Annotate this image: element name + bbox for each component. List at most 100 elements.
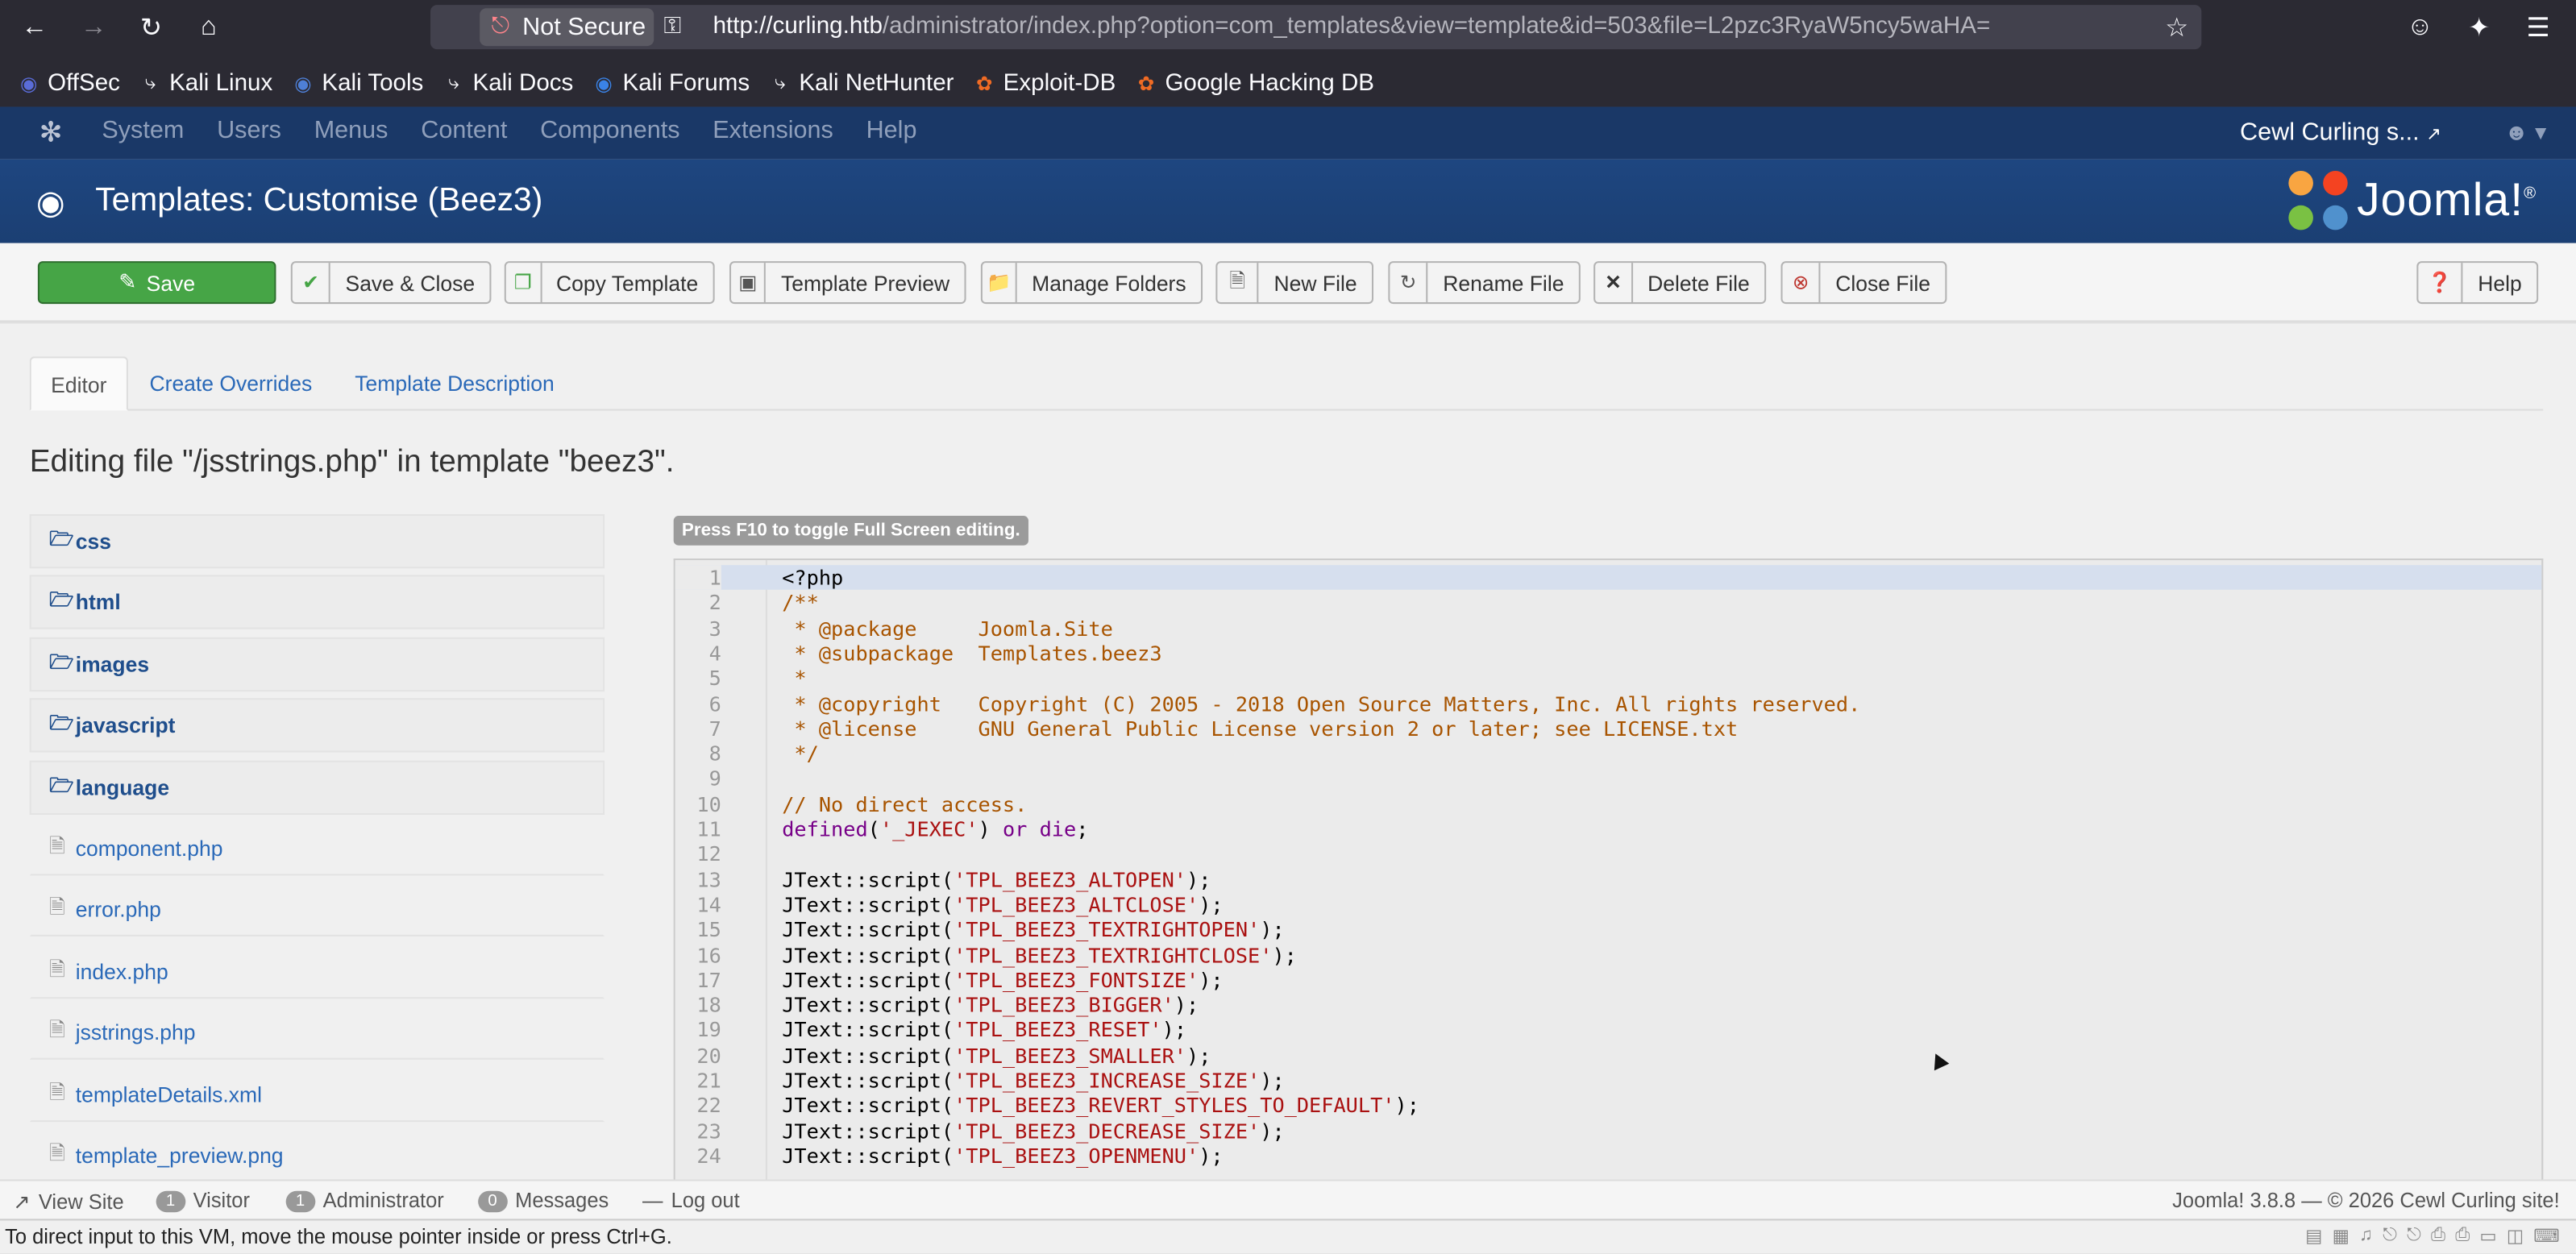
manage-folders-button[interactable]: 📁 Manage Folders <box>980 261 1203 305</box>
code-line[interactable]: 22 JText::script('TPL_BEEZ3_REVERT_STYLES… <box>675 1093 2542 1118</box>
code-line[interactable]: 1 <?php <box>675 565 2542 591</box>
code-line[interactable]: 16 JText::script('TPL_BEEZ3_TEXTRIGHTCLOS… <box>675 942 2542 967</box>
close-file-button[interactable]: ⊗ Close File <box>1780 261 1947 305</box>
save-button[interactable]: ✎ Save <box>37 261 276 305</box>
reload-icon[interactable]: ↻ <box>133 10 169 46</box>
bookmark-offsec[interactable]: ◉ OffSec <box>16 70 120 97</box>
display-icon[interactable]: ▭ <box>2479 1226 2496 1247</box>
code-line[interactable]: 23 JText::script('TPL_BEEZ3_DECREASE_SIZE… <box>675 1118 2542 1143</box>
code-line[interactable]: 13 JText::script('TPL_BEEZ3_ALTOPEN'); <box>675 866 2542 891</box>
code-line[interactable]: 24 JText::script('TPL_BEEZ3_OPENMENU'); <box>675 1143 2542 1169</box>
folder-item[interactable]: 🗁 javascript <box>29 698 605 753</box>
admin-menu-extensions[interactable]: Extensions <box>713 117 833 145</box>
url-bar[interactable]: ⎋ Not Secure ⚿ http://curling.htb/admini… <box>430 5 2202 50</box>
code-line[interactable]: 14 JText::script('TPL_BEEZ3_ALTCLOSE'); <box>675 892 2542 917</box>
admin-menu-menus[interactable]: Menus <box>314 117 388 145</box>
code-line[interactable]: 9 <box>675 766 2542 791</box>
code-line[interactable]: 20 JText::script('TPL_BEEZ3_SMALLER'); <box>675 1043 2542 1068</box>
admin-menu-system[interactable]: System <box>102 117 184 145</box>
logout-label: Log out <box>671 1189 740 1213</box>
bookmark-google-hacking-db[interactable]: ✿ Google Hacking DB <box>1134 70 1374 97</box>
site-link[interactable]: Cewl Curling s... ↗ <box>2240 118 2441 147</box>
file-item[interactable]: 🗎 templateDetails.xml <box>29 1066 605 1122</box>
logout-link[interactable]: — Log out <box>642 1190 740 1213</box>
code-line[interactable]: 15 JText::script('TPL_BEEZ3_TEXTRIGHTOPEN… <box>675 917 2542 942</box>
help-button[interactable]: ❓ Help <box>2416 261 2539 305</box>
file-item[interactable]: 🗎 component.php <box>29 821 605 876</box>
joomla-small-logo-icon[interactable]: ✻ <box>35 117 68 150</box>
new-file-button[interactable]: 🗎 New File <box>1215 261 1374 305</box>
usb-icon[interactable]: ⎋ <box>2383 1226 2397 1247</box>
code-line[interactable]: 6 * @copyright Copyright (C) 2005 - 2018… <box>675 691 2542 716</box>
account-icon[interactable]: ☺ <box>2402 10 2438 46</box>
save-close-button[interactable]: ✔ Save & Close <box>290 261 492 305</box>
code-line[interactable]: 10 // No direct access. <box>675 791 2542 816</box>
bookmark-exploit-db[interactable]: ✿ Exploit-DB <box>972 70 1116 97</box>
bookmark-label: OffSec <box>48 69 120 97</box>
user-menu[interactable]: ☻ ▾ <box>2504 118 2546 147</box>
keyboard-icon[interactable]: ⌨ <box>2533 1226 2559 1247</box>
code-line[interactable]: 18 JText::script('TPL_BEEZ3_BIGGER'); <box>675 992 2542 1017</box>
messages-indicator[interactable]: 0 Messages <box>478 1190 609 1212</box>
code-line[interactable]: 17 JText::script('TPL_BEEZ3_FONTSIZE'); <box>675 967 2542 992</box>
file-item[interactable]: 🗎 jsstrings.php <box>29 1005 605 1060</box>
admin-menu-components[interactable]: Components <box>540 117 679 145</box>
bookmark-kali-docs[interactable]: ⤷ Kali Docs <box>442 70 573 97</box>
file-item[interactable]: 🗎 template_preview.png <box>29 1128 605 1183</box>
bookmark-star-icon[interactable]: ☆ <box>2158 10 2195 46</box>
not-secure-badge[interactable]: ⎋ Not Secure <box>480 8 654 47</box>
bookmark-kali-linux[interactable]: ⤷ Kali Linux <box>138 70 272 97</box>
folder-item[interactable]: 🗁 language <box>29 759 605 815</box>
template-preview-button[interactable]: ▣ Template Preview <box>729 261 966 305</box>
tab-create-overrides[interactable]: Create Overrides <box>130 356 332 410</box>
admin-menu-help[interactable]: Help <box>866 117 917 145</box>
admin-menu-users[interactable]: Users <box>217 117 281 145</box>
tab-template-description[interactable]: Template Description <box>335 356 574 410</box>
folder-item[interactable]: 🗁 html <box>29 575 605 630</box>
code-line[interactable]: 7 * @license GNU General Public License … <box>675 716 2542 741</box>
extensions-icon[interactable]: ✦ <box>2461 10 2497 46</box>
code-line[interactable]: 5 * <box>675 666 2542 691</box>
admin-menu-content[interactable]: Content <box>421 117 507 145</box>
code-line[interactable]: 2 /** <box>675 590 2542 615</box>
file-item[interactable]: 🗎 error.php <box>29 882 605 937</box>
home-icon[interactable]: ⌂ <box>190 10 226 46</box>
menu-icon[interactable]: ☰ <box>2520 10 2557 46</box>
harddisk-icon[interactable]: ▤ <box>2305 1226 2322 1247</box>
bookmark-kali-forums[interactable]: ◉ Kali Forums <box>592 70 750 97</box>
visitors-label: Visitor <box>193 1189 250 1213</box>
code-editor[interactable]: 1 <?php 2/** 3 * @package Joomla.Site 4 * @s… <box>673 558 2544 1180</box>
code-line[interactable]: 3 * @package Joomla.Site <box>675 616 2542 641</box>
audio-icon[interactable]: ♫ <box>2359 1226 2373 1247</box>
printer-icon[interactable]: ⎙ <box>2455 1226 2470 1247</box>
code-line[interactable]: 19 JText::script('TPL_BEEZ3_RESET'); <box>675 1018 2542 1043</box>
visitors-indicator[interactable]: 1 Visitor <box>156 1189 250 1213</box>
delete-file-button[interactable]: ✕ Delete File <box>1593 261 1767 305</box>
code-text: <?php <box>782 565 844 590</box>
code-line[interactable]: 12 <box>675 841 2542 866</box>
code-text: JText::script('TPL_BEEZ3_OPENMENU'); <box>782 1143 1224 1169</box>
administrators-indicator[interactable]: 1 Administrator <box>285 1190 444 1212</box>
copy-template-button[interactable]: ❐ Copy Template <box>504 261 715 305</box>
forward-icon[interactable]: → <box>76 10 112 46</box>
rename-file-button[interactable]: ↻ Rename File <box>1388 261 1581 305</box>
usb-icon[interactable]: ⎋ <box>2407 1226 2421 1247</box>
code-line[interactable]: 11 defined('_JEXEC') or die; <box>675 816 2542 841</box>
file-item[interactable]: 🗎 index.php <box>29 944 605 999</box>
url-text[interactable]: http://curling.htb/administrator/index.p… <box>713 13 1991 39</box>
code-line[interactable]: 4 * @subpackage Templates.beez3 <box>675 641 2542 666</box>
code-line[interactable]: 21 JText::script('TPL_BEEZ3_INCREASE_SIZE… <box>675 1068 2542 1093</box>
version-label: Joomla! 3.8.8 <box>2172 1189 2296 1213</box>
tab-editor[interactable]: Editor <box>29 356 128 411</box>
bookmark-kali-nethunter[interactable]: ⤷ Kali NetHunter <box>768 70 954 97</box>
shared-folder-icon[interactable]: ◫ <box>2507 1226 2524 1247</box>
network-icon[interactable]: ▦ <box>2333 1226 2350 1247</box>
folder-item[interactable]: 🗁 css <box>29 513 605 569</box>
bookmark-kali-tools[interactable]: ◉ Kali Tools <box>291 70 423 97</box>
broken-lock-icon: ⎋ <box>491 11 510 38</box>
code-line[interactable]: 8 */ <box>675 741 2542 766</box>
view-site-link[interactable]: ↗ View Site <box>13 1190 123 1215</box>
back-icon[interactable]: ← <box>16 10 52 46</box>
printer-icon[interactable]: ⎙ <box>2431 1226 2445 1247</box>
folder-item[interactable]: 🗁 images <box>29 637 605 691</box>
